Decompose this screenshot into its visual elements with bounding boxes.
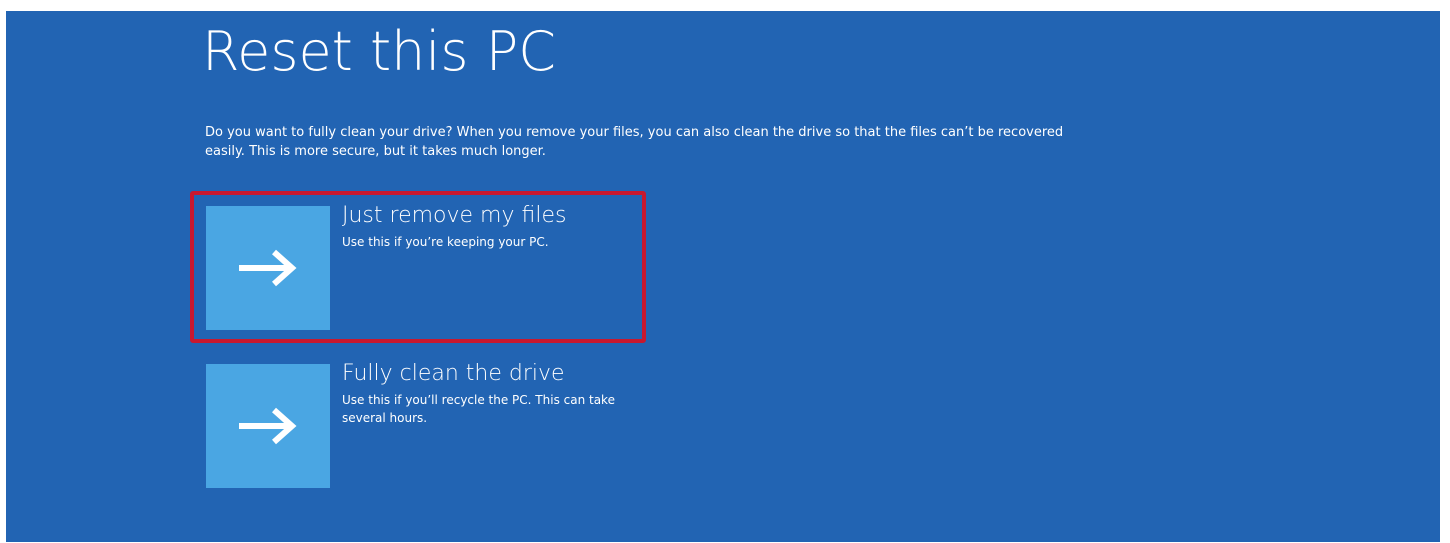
option-title: Fully clean the drive	[342, 361, 565, 386]
option-text: Fully clean the drive Use this if you’ll…	[342, 361, 642, 427]
arrow-right-icon	[239, 407, 297, 445]
option-description: Use this if you’ll recycle the PC. This …	[342, 393, 615, 425]
page-title: Reset this PC	[202, 20, 556, 83]
option-tile[interactable]	[206, 364, 330, 488]
fully-clean-the-drive-option[interactable]: Fully clean the drive Use this if you’ll…	[206, 361, 646, 488]
option-tile[interactable]	[206, 206, 330, 330]
just-remove-my-files-option[interactable]: Just remove my files Use this if you’re …	[206, 203, 646, 330]
option-text: Just remove my files Use this if you’re …	[342, 203, 642, 251]
reset-pc-screen: Reset this PC Do you want to fully clean…	[6, 11, 1440, 542]
option-description: Use this if you’re keeping your PC.	[342, 235, 549, 249]
arrow-right-icon	[239, 249, 297, 287]
page-description: Do you want to fully clean your drive? W…	[205, 125, 1064, 159]
option-title: Just remove my files	[342, 203, 567, 228]
